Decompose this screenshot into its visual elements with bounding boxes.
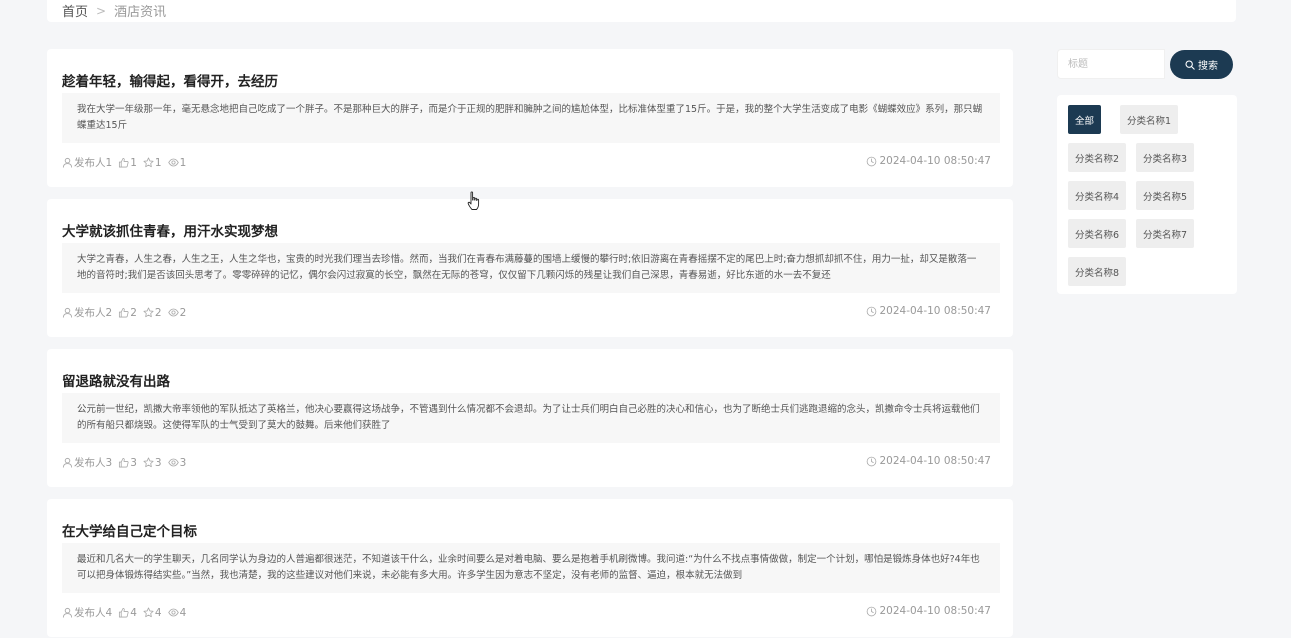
article-likes[interactable]: 1: [118, 157, 137, 169]
article-likes[interactable]: 3: [118, 457, 137, 469]
clock-icon: [867, 306, 877, 316]
category-tag[interactable]: 分类名称3: [1136, 143, 1195, 172]
views-count: 2: [179, 306, 187, 319]
article-meta: 发布人1 1 1 1: [62, 155, 186, 170]
hand-cursor-icon: [467, 191, 480, 210]
favorites-count: 1: [154, 156, 162, 169]
search-button[interactable]: 搜索: [1170, 50, 1233, 79]
category-tag[interactable]: 分类名称1: [1120, 105, 1179, 134]
clock-icon: [867, 156, 877, 166]
favorites-count: 2: [154, 306, 162, 319]
article-excerpt: 公元前一世纪，凯撒大帝率领他的军队抵达了英格兰，他决心要赢得这场战争，不管遇到什…: [62, 393, 1000, 443]
thumbs-up-icon: [119, 607, 129, 618]
article-meta: 发布人3 3 3 3: [62, 455, 186, 470]
views-count: 1: [179, 156, 187, 169]
breadcrumb-separator: >: [96, 3, 107, 18]
article-author: 发布人2: [62, 305, 112, 320]
publish-time: 2024-04-10 08:50:47: [879, 155, 991, 167]
article-author: 发布人1: [62, 155, 112, 170]
search-input[interactable]: [1057, 49, 1165, 79]
article-card[interactable]: 大学就该抓住青春，用汗水实现梦想大学之青春，人生之春，人生之王，人生之华也，宝贵…: [47, 199, 1013, 337]
article-title[interactable]: 趁着年轻，输得起，看得开，去经历: [62, 70, 278, 90]
clock-icon: [867, 606, 877, 616]
category-tag[interactable]: 分类名称8: [1068, 257, 1127, 286]
article-card[interactable]: 趁着年轻，输得起，看得开，去经历我在大学一年级那一年，毫无悬念地把自己吃成了一个…: [47, 49, 1013, 187]
article-card[interactable]: 在大学给自己定个目标最近和几名大一的学生聊天，几名同学认为身边的人普遍都很迷茫，…: [47, 499, 1013, 637]
clock-icon: [867, 456, 877, 466]
likes-count: 4: [130, 606, 137, 619]
likes-count: 2: [130, 306, 137, 319]
breadcrumb: 首页 > 酒店资讯: [62, 1, 167, 21]
favorites-count: 3: [154, 456, 162, 469]
category-tag[interactable]: 分类名称5: [1136, 181, 1195, 210]
article-meta: 发布人4 4 4 4: [62, 605, 186, 620]
category-tag[interactable]: 分类名称4: [1068, 181, 1127, 210]
article-card[interactable]: 留退路就没有出路公元前一世纪，凯撒大帝率领他的军队抵达了英格兰，他决心要赢得这场…: [47, 349, 1013, 487]
article-author: 发布人3: [62, 455, 112, 470]
star-icon: [143, 457, 154, 468]
likes-count: 3: [130, 456, 137, 469]
breadcrumb-home-link[interactable]: 首页: [62, 1, 88, 20]
star-icon: [143, 157, 154, 168]
article-excerpt: 最近和几名大一的学生聊天，几名同学认为身边的人普遍都很迷茫，不知道该干什么，业余…: [62, 543, 1000, 593]
article-views: 3: [167, 456, 187, 469]
article-time: 2024-04-10 08:50:47: [866, 305, 991, 317]
category-panel: 全部 分类名称1 分类名称2 分类名称3 分类名称4 分类名称5 分类名称6 分类名称7 分类名…: [1057, 95, 1237, 294]
publish-time: 2024-04-10 08:50:47: [879, 305, 991, 317]
views-count: 4: [179, 606, 187, 619]
thumbs-up-icon: [119, 157, 129, 168]
article-views: 1: [167, 156, 187, 169]
category-tag[interactable]: 分类名称2: [1068, 143, 1127, 172]
article-excerpt: 我在大学一年级那一年，毫无悬念地把自己吃成了一个胖子。不是那种巨大的胖子，而是介…: [62, 93, 1000, 143]
article-author: 发布人4: [62, 605, 112, 620]
author-name: 发布人3: [74, 457, 113, 469]
author-name: 发布人2: [74, 307, 113, 319]
star-icon: [143, 307, 154, 318]
article-title[interactable]: 在大学给自己定个目标: [62, 520, 197, 540]
eye-icon: [167, 458, 179, 467]
user-icon: [62, 157, 73, 168]
article-favorites[interactable]: 3: [143, 457, 162, 469]
article-time: 2024-04-10 08:50:47: [866, 455, 991, 467]
article-meta: 发布人2 2 2 2: [62, 305, 186, 320]
search-button-label: 搜索: [1198, 61, 1218, 72]
eye-icon: [167, 608, 179, 617]
eye-icon: [167, 158, 179, 167]
article-time: 2024-04-10 08:50:47: [866, 155, 991, 167]
article-excerpt: 大学之青春，人生之春，人生之王，人生之华也，宝贵的时光我们理当去珍惜。然而，当我…: [62, 243, 1000, 293]
article-favorites[interactable]: 4: [143, 607, 162, 619]
category-tag[interactable]: 分类名称7: [1136, 219, 1195, 248]
user-icon: [62, 607, 73, 618]
likes-count: 1: [130, 156, 137, 169]
search-icon: [1185, 59, 1195, 70]
eye-icon: [167, 308, 179, 317]
breadcrumb-bar: 首页 > 酒店资讯: [47, 0, 1236, 22]
category-tag-all[interactable]: 全部: [1068, 105, 1102, 134]
article-likes[interactable]: 4: [118, 607, 137, 619]
article-views: 4: [167, 606, 187, 619]
author-name: 发布人1: [74, 157, 113, 169]
article-title[interactable]: 留退路就没有出路: [62, 370, 170, 390]
star-icon: [143, 607, 154, 618]
views-count: 3: [179, 456, 187, 469]
article-time: 2024-04-10 08:50:47: [866, 605, 991, 617]
thumbs-up-icon: [119, 457, 129, 468]
user-icon: [62, 457, 73, 468]
article-title[interactable]: 大学就该抓住青春，用汗水实现梦想: [62, 220, 278, 240]
article-likes[interactable]: 2: [118, 307, 137, 319]
thumbs-up-icon: [119, 307, 129, 318]
category-tag[interactable]: 分类名称6: [1068, 219, 1127, 248]
breadcrumb-current: 酒店资讯: [114, 5, 167, 20]
publish-time: 2024-04-10 08:50:47: [879, 455, 991, 467]
article-favorites[interactable]: 2: [143, 307, 162, 319]
article-favorites[interactable]: 1: [143, 157, 162, 169]
author-name: 发布人4: [74, 607, 113, 619]
publish-time: 2024-04-10 08:50:47: [879, 605, 991, 617]
user-icon: [62, 307, 73, 318]
article-views: 2: [167, 306, 187, 319]
favorites-count: 4: [154, 606, 162, 619]
